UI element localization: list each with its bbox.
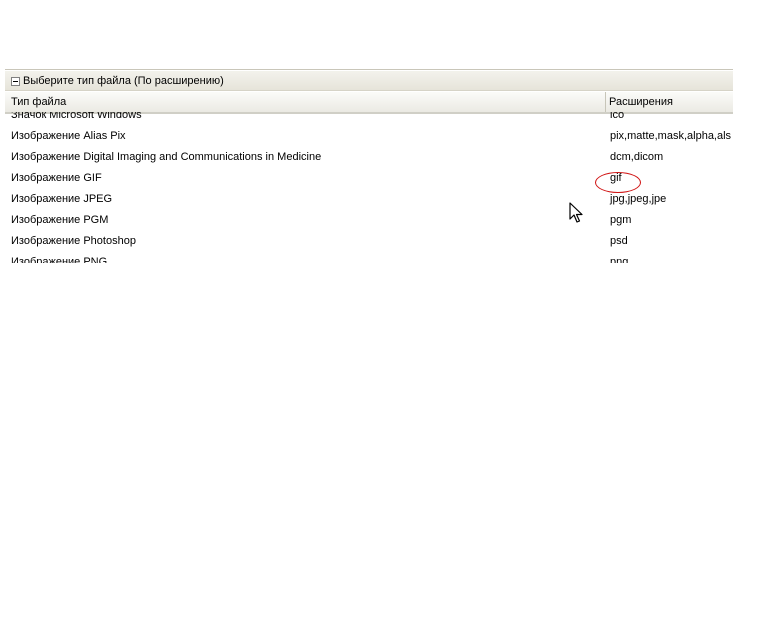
column-headers: Тип файла Расширения <box>5 92 733 114</box>
collapse-minus-icon[interactable] <box>11 77 20 86</box>
cell-file-type: Значок Microsoft Windows <box>11 112 142 121</box>
table-row[interactable]: Изображение Alias Pix pix,matte,mask,alp… <box>5 126 733 147</box>
cell-extensions: dcm,dicom <box>610 151 664 163</box>
cell-extensions: jpg,jpeg,jpe <box>610 193 667 205</box>
cell-file-type: Изображение PGM <box>11 214 109 226</box>
cell-extensions: pix,matte,mask,alpha,als <box>610 130 732 142</box>
table-row[interactable]: Изображение PGM pgm <box>5 210 733 231</box>
cell-file-type: Изображение PNG <box>11 256 108 263</box>
cell-file-type: Изображение Photoshop <box>11 235 136 247</box>
cell-extensions: pgm <box>610 214 632 226</box>
table-row[interactable]: Изображение Digital Imaging and Communic… <box>5 147 733 168</box>
cell-file-type: Изображение GIF <box>11 172 102 184</box>
cell-extensions: psd <box>610 235 628 247</box>
column-header-file-type[interactable]: Тип файла <box>5 92 606 112</box>
table-row[interactable]: Значок Microsoft Windows ico <box>5 112 733 126</box>
column-header-extensions[interactable]: Расширения <box>607 92 733 112</box>
highlight-ellipse-annotation <box>595 172 641 193</box>
cell-file-type: Изображение Alias Pix <box>11 130 126 142</box>
cell-file-type: Изображение JPEG <box>11 193 113 205</box>
section-title: Выберите тип файла (По расширению) <box>23 75 224 87</box>
cell-file-type: Изображение Digital Imaging and Communic… <box>11 151 322 163</box>
cell-extensions: ico <box>610 112 625 121</box>
mouse-pointer-icon <box>569 202 583 223</box>
section-header[interactable]: Выберите тип файла (По расширению) <box>5 71 733 91</box>
file-type-panel: Выберите тип файла (По расширению) Тип ф… <box>5 69 733 263</box>
table-row[interactable]: Изображение PNG png <box>5 252 733 263</box>
screenshot-stage: Выберите тип файла (По расширению) Тип ф… <box>0 0 776 636</box>
table-row[interactable]: Изображение Photoshop psd <box>5 231 733 252</box>
cell-extensions: png <box>610 256 629 263</box>
